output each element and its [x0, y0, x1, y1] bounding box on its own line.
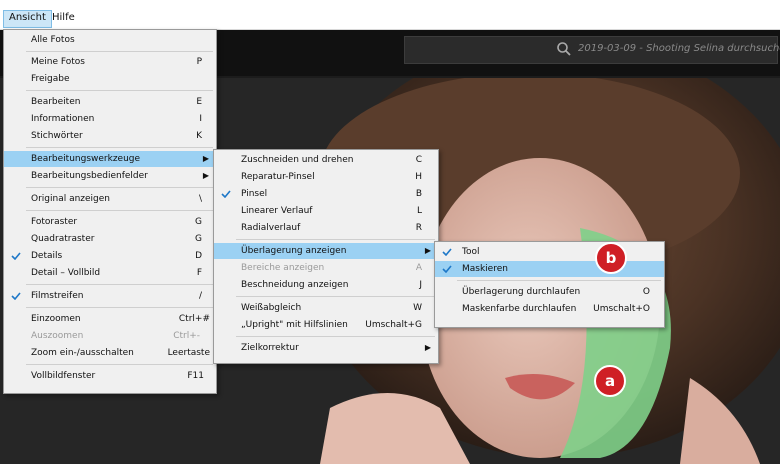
menu-item-ueberlagerung-anzeigen[interactable]: Überlagerung anzeigen ▶ — [214, 243, 438, 259]
annotation-badge-a: a — [594, 365, 626, 397]
annotation-badge-b: b — [595, 242, 627, 274]
menu-item-vollbildfenster[interactable]: Vollbildfenster F11 — [4, 368, 216, 384]
separator — [26, 284, 213, 285]
menu-hilfe[interactable]: Hilfe — [47, 10, 80, 26]
separator — [26, 187, 213, 188]
menu-item-details[interactable]: Details D — [4, 248, 216, 264]
menu-item-fotoraster[interactable]: Fotoraster G — [4, 214, 216, 230]
menu-bar: Ansicht Hilfe — [0, 8, 780, 30]
menu-item-informationen[interactable]: Informationen I — [4, 111, 216, 127]
separator — [26, 210, 213, 211]
separator — [26, 51, 213, 52]
chevron-right-icon: ▶ — [202, 171, 209, 180]
checkmark-icon — [442, 265, 452, 273]
menu-item-tool[interactable]: Tool — [435, 244, 664, 260]
menu-ansicht[interactable]: Ansicht — [3, 10, 52, 28]
menu-item-ueberlagerung-durchlaufen[interactable]: Überlagerung durchlaufen O — [435, 284, 664, 300]
checkmark-icon — [221, 190, 231, 198]
werkzeuge-submenu: Zuschneiden und drehen C Reparatur-Pinsel… — [213, 149, 439, 364]
menu-item-radialverlauf[interactable]: Radialverlauf R — [214, 220, 438, 236]
checkmark-icon — [11, 252, 21, 260]
menu-item-maskieren[interactable]: Maskieren — [435, 261, 664, 277]
separator — [26, 147, 213, 148]
chevron-right-icon: ▶ — [424, 246, 431, 255]
menu-item-freigabe[interactable]: Freigabe — [4, 71, 216, 87]
menu-item-original-anzeigen[interactable]: Original anzeigen \ — [4, 191, 216, 207]
menu-item-upright[interactable]: „Upright" mit Hilfslinien Umschalt+G — [214, 317, 438, 333]
menu-item-bearbeiten[interactable]: Bearbeiten E — [4, 94, 216, 110]
menu-item-bearbeitungsbedienfelder[interactable]: Bearbeitungsbedienfelder ▶ — [4, 168, 216, 184]
menu-item-bearbeitungswerkzeuge[interactable]: Bearbeitungswerkzeuge ▶ — [4, 151, 216, 167]
chevron-right-icon: ▶ — [424, 343, 431, 352]
checkmark-icon — [11, 292, 21, 300]
menu-item-detail-vollbild[interactable]: Detail – Vollbild F — [4, 265, 216, 281]
menu-item-einzoomen[interactable]: Einzoomen Ctrl+# — [4, 311, 216, 327]
separator — [236, 336, 435, 337]
separator — [26, 90, 213, 91]
menu-item-weissabgleich[interactable]: Weißabgleich W — [214, 300, 438, 316]
separator — [236, 296, 435, 297]
menu-item-stichwoerter[interactable]: Stichwörter K — [4, 128, 216, 144]
menu-item-meine-fotos[interactable]: Meine Fotos P — [4, 54, 216, 70]
menu-item-maskenfarbe-durchlaufen[interactable]: Maskenfarbe durchlaufen Umschalt+O — [435, 301, 664, 317]
ueberlagerung-submenu: Tool Maskieren Überlagerung durchlaufen O… — [434, 241, 665, 328]
checkmark-icon — [442, 248, 452, 256]
menu-item-auszoomen: Auszoomen Ctrl+- — [31, 331, 200, 341]
chevron-right-icon: ▶ — [202, 154, 209, 163]
menu-item-zuschneiden[interactable]: Zuschneiden und drehen C — [214, 152, 438, 168]
menu-item-bereiche-anzeigen: Bereiche anzeigen A — [241, 263, 422, 273]
app-window: 2019-03-09 - Shooting Selina durchsuchen… — [0, 8, 780, 464]
menu-item-reparatur-pinsel[interactable]: Reparatur-Pinsel H — [214, 169, 438, 185]
menu-item-zoom-toggle[interactable]: Zoom ein-/ausschalten Leertaste — [4, 345, 216, 361]
menu-item-zielkorrektur[interactable]: Zielkorrektur ▶ — [214, 340, 438, 356]
menu-item-quadratraster[interactable]: Quadratraster G — [4, 231, 216, 247]
menu-item-pinsel[interactable]: Pinsel B — [214, 186, 438, 202]
separator — [236, 239, 435, 240]
menu-item-filmstreifen[interactable]: Filmstreifen / — [4, 288, 216, 304]
separator — [26, 307, 213, 308]
menu-item-alle-fotos[interactable]: Alle Fotos — [4, 32, 216, 48]
search-icon — [557, 42, 571, 56]
search-placeholder: 2019-03-09 - Shooting Selina durchsuchen — [578, 43, 780, 54]
separator — [457, 280, 661, 281]
separator — [26, 364, 213, 365]
menu-item-linearer-verlauf[interactable]: Linearer Verlauf L — [214, 203, 438, 219]
menu-item-beschneidung-anzeigen[interactable]: Beschneidung anzeigen J — [214, 277, 438, 293]
ansicht-menu: Alle Fotos Meine Fotos P Freigabe Bearbei… — [3, 29, 217, 394]
